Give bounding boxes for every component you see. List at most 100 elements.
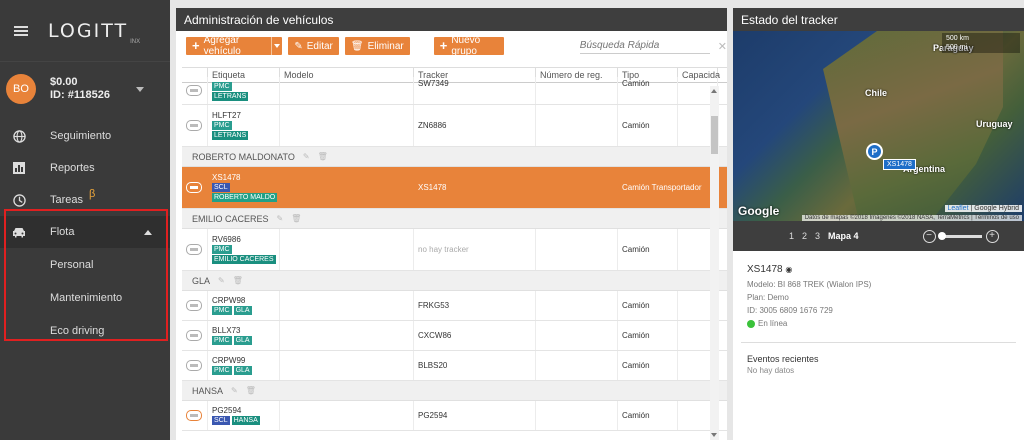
type-cell: Camión (618, 401, 678, 430)
tracker-cell: ZN6886 (414, 105, 536, 146)
tag: GLA (233, 336, 252, 345)
type-cell: Camión (618, 77, 678, 104)
type-cell: Camión (618, 321, 678, 350)
map-layer-attribution: Leaflet | Google Hybrid (944, 205, 1022, 212)
trash-icon[interactable]: 🗑 (246, 386, 256, 395)
account-balance: $0.00 (50, 76, 78, 88)
vehicles-panel: Administración de vehículos + Agregar ve… (176, 8, 727, 440)
vehicle-label: HLFT27 (212, 111, 241, 120)
type-cell: Camión Transportador (618, 167, 718, 208)
vehicle-label: CRPW99 (212, 356, 246, 365)
pencil-icon: ✎ (294, 40, 303, 52)
tracker-cell: CXCW86 (414, 321, 536, 350)
vehicle-icon (186, 244, 202, 255)
tag: PMC (212, 336, 232, 345)
tracker-cell: SW7349 (414, 77, 536, 104)
vehicle-icon (186, 360, 202, 371)
table-row[interactable]: HLFT27 PMC LETRANS ZN6886 Camión (182, 105, 727, 147)
type-cell: Camión (618, 229, 678, 270)
tracker-cell: FRKG53 (414, 291, 536, 320)
table-row[interactable]: PMC LETRANS SW7349 Camión (182, 77, 727, 105)
account-switcher[interactable]: BO $0.00 ID: #118526 (0, 66, 170, 112)
tracker-info: XS1478 ◉ Modelo: BI 868 TREK (Wialon IPS… (733, 251, 1024, 342)
map-pin[interactable]: P (866, 143, 883, 160)
tracker-plan: Plan: Demo (747, 293, 789, 302)
delete-button[interactable]: 🗑 Eliminar (344, 37, 410, 55)
trash-icon[interactable]: 🗑 (233, 276, 243, 285)
trash-icon: 🗑 (350, 40, 364, 52)
tag: EMILIO CACERES (212, 255, 276, 264)
pencil-icon[interactable]: ✎ (231, 386, 238, 395)
zoom-control: − + (922, 229, 999, 243)
tracker-cell: PG2594 (414, 401, 536, 430)
nav-item-reportes[interactable]: Reportes (0, 152, 170, 184)
group-row[interactable]: EMILIO CACERES ✎ 🗑 (182, 209, 727, 229)
vehicle-icon (186, 120, 202, 131)
menu-icon[interactable] (14, 25, 28, 36)
clear-search-icon[interactable]: ✕ (718, 40, 727, 53)
map-pager: 1 2 3 Mapa 4 − + (733, 221, 1024, 251)
map-page-2[interactable]: 2 (802, 231, 807, 241)
type-cell: Camión (618, 351, 678, 380)
edit-button[interactable]: ✎ Editar (288, 37, 339, 55)
scroll-down-icon[interactable] (711, 433, 717, 437)
table-row[interactable]: CRPW98 PMC GLA FRKG53 Camión (182, 291, 727, 321)
logo-sub: INX (130, 39, 141, 45)
tag: SCL (212, 416, 230, 425)
table-row[interactable]: RV6986 PMC EMILIO CACERES no hay tracker… (182, 229, 727, 271)
tracker-name: XS1478 (747, 264, 783, 275)
account-id: ID: #118526 (50, 89, 110, 101)
zoom-in-icon[interactable]: + (985, 229, 999, 243)
map[interactable]: Paraguay Chile Uruguay Argentina 500 km 5… (733, 31, 1024, 221)
vehicles-panel-title: Administración de vehículos (176, 8, 727, 31)
scroll-thumb[interactable] (711, 116, 718, 154)
sidebar-header: LOGITT INX (0, 0, 170, 62)
table-row[interactable]: PG2594 SCL HANSA PG2594 Camión (182, 401, 727, 431)
tag: PMC (212, 366, 232, 375)
table-scrollbar[interactable] (710, 86, 719, 440)
map-page-1[interactable]: 1 (789, 231, 794, 241)
pencil-icon[interactable]: ✎ (277, 214, 284, 223)
add-vehicle-button[interactable]: + Agregar vehículo (186, 35, 283, 57)
add-vehicle-dropdown[interactable] (270, 37, 283, 55)
chevron-down-icon (274, 44, 281, 48)
recent-events: Eventos recientes No hay datos (733, 343, 1024, 387)
scroll-up-icon[interactable] (711, 89, 717, 93)
zoom-out-icon[interactable]: − (922, 229, 936, 243)
trash-icon[interactable]: 🗑 (318, 152, 328, 161)
sidebar: LOGITT INX BO $0.00 ID: #118526 Seguimie… (0, 0, 170, 440)
eye-icon[interactable]: ◉ (785, 265, 792, 274)
vehicle-icon (186, 300, 202, 311)
map-label-uruguay: Uruguay (976, 119, 1013, 129)
group-row[interactable]: HANSA ✎ 🗑 (182, 381, 727, 401)
map-label-chile: Chile (865, 88, 888, 98)
map-page-3[interactable]: 3 (815, 231, 820, 241)
tracker-id: ID: 3005 6809 1676 729 (747, 306, 833, 315)
group-row[interactable]: GLA ✎ 🗑 (182, 271, 727, 291)
table-row[interactable]: CRPW99 PMC GLA BLBS20 Camión (182, 351, 727, 381)
table-row[interactable]: BLLX73 PMC GLA CXCW86 Camión (182, 321, 727, 351)
pencil-icon[interactable]: ✎ (303, 152, 310, 161)
recent-events-title: Eventos recientes (747, 354, 819, 364)
vehicle-icon (186, 330, 202, 341)
quick-search-input[interactable] (579, 38, 710, 54)
table-row-selected[interactable]: XS1478 SCL ROBERTO MALDO XS1478 Camión T… (182, 167, 727, 209)
globe-icon (12, 129, 26, 143)
tag: PMC (212, 81, 232, 91)
tag: GLA (233, 366, 252, 375)
zoom-slider[interactable] (937, 231, 982, 240)
trash-icon[interactable]: 🗑 (291, 214, 301, 223)
avatar: BO (6, 74, 36, 104)
map-page-4[interactable]: Mapa 4 (828, 231, 859, 241)
tracker-panel-title: Estado del tracker (733, 8, 1024, 31)
nav-item-seguimiento[interactable]: Seguimiento (0, 120, 170, 152)
group-row[interactable]: ROBERTO MALDONATO ✎ 🗑 (182, 147, 727, 167)
type-cell: Camión (618, 105, 678, 146)
pencil-icon[interactable]: ✎ (218, 276, 225, 285)
new-group-button[interactable]: + Nuevo grupo (433, 35, 504, 57)
beta-badge: β (89, 188, 96, 200)
vehicle-label: CRPW98 (212, 296, 246, 305)
tracker-model: Modelo: BI 868 TREK (Wialon IPS) (747, 280, 872, 289)
map-attribution: Datos de mapas ©2018 Imágenes ©2018 NASA… (801, 215, 1022, 221)
tracker-panel: Estado del tracker Paraguay Chile Urugua… (733, 8, 1024, 440)
